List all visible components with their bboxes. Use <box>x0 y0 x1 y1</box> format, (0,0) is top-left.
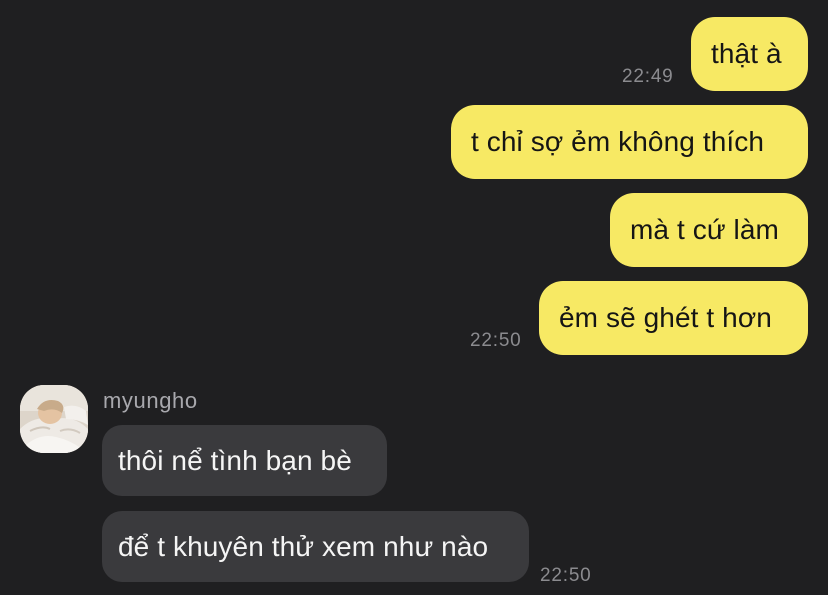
message-text: mà t cứ làm <box>630 214 779 245</box>
message-text: thôi nể tình bạn bè <box>118 444 352 476</box>
incoming-message[interactable]: để t khuyên thử xem như nào <box>102 511 529 582</box>
message-text: t chỉ sợ ẻm không thích <box>471 126 765 157</box>
chat-thread: thật à 22:49 t chỉ sợ ẻm không thích mà … <box>0 0 828 595</box>
incoming-message[interactable]: thôi nể tình bạn bè <box>102 425 387 496</box>
outgoing-message[interactable]: t chỉ sợ ẻm không thích <box>451 105 808 179</box>
message-text: thật à <box>711 38 782 69</box>
avatar[interactable] <box>20 385 88 453</box>
outgoing-message[interactable]: mà t cứ làm <box>610 193 808 267</box>
outgoing-message[interactable]: ẻm sẽ ghét t hơn <box>539 281 808 355</box>
message-timestamp: 22:50 <box>540 565 592 586</box>
avatar-photo <box>20 385 88 453</box>
outgoing-message[interactable]: thật à <box>691 17 808 91</box>
message-timestamp: 22:49 <box>622 66 674 87</box>
message-text: để t khuyên thử xem như nào <box>118 530 489 562</box>
message-text: ẻm sẽ ghét t hơn <box>559 302 772 333</box>
sender-name: myungho <box>103 388 198 413</box>
message-timestamp: 22:50 <box>470 330 522 351</box>
